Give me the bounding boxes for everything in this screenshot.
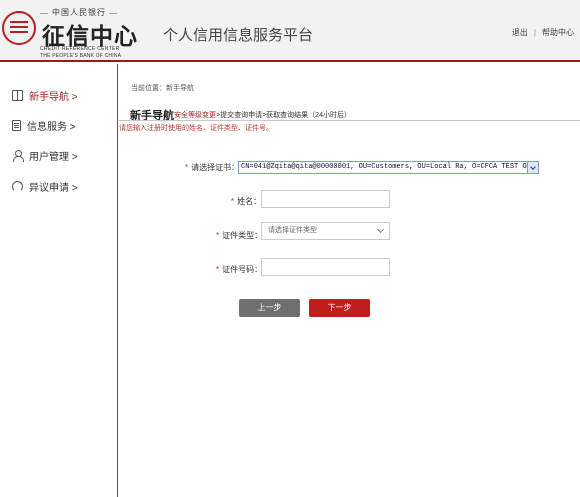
breadcrumb: 当前位置：新手导航 bbox=[131, 85, 194, 92]
id-number-label-text: 证件号码： bbox=[222, 265, 263, 274]
sidebar-item-label: 异议申请 > bbox=[29, 182, 78, 194]
required-mark: * bbox=[185, 163, 189, 172]
prev-button[interactable]: 上一步 bbox=[239, 299, 300, 317]
sidebar-item-beginner-guide[interactable]: 新手导航 > bbox=[12, 87, 78, 103]
id-number-label: * 证件号码： bbox=[216, 264, 262, 275]
chevron-down-icon bbox=[376, 225, 385, 234]
id-type-label: * 证件类型： bbox=[216, 230, 262, 241]
sidebar-item-user-management[interactable]: 用户管理 > bbox=[12, 147, 78, 163]
user-icon bbox=[12, 149, 24, 162]
sidebar-item-label: 用户管理 > bbox=[29, 151, 78, 163]
header-links: 退出 | 帮助中心 bbox=[512, 27, 574, 38]
book-icon bbox=[12, 89, 23, 101]
name-label: * 姓名： bbox=[231, 196, 261, 207]
logo-english-line-2: THE PEOPLE'S BANK OF CHINA bbox=[40, 53, 122, 59]
platform-title: 个人信用信息服务平台 bbox=[163, 27, 314, 44]
logout-link[interactable]: 退出 bbox=[512, 28, 528, 37]
header-separator: | bbox=[533, 28, 536, 37]
id-type-label-text: 证件类型： bbox=[222, 231, 263, 240]
step-progress: 安全等级变更>提交查询申请>获取查询结果（24小时后） bbox=[174, 110, 351, 120]
main-content: 当前位置：新手导航 新手导航 安全等级变更>提交查询申请>获取查询结果（24小时… bbox=[119, 64, 580, 497]
sidebar-item-info-service[interactable]: 信息服务 > bbox=[12, 117, 76, 133]
sidebar-item-label: 新手导航 > bbox=[29, 91, 78, 103]
certificate-select[interactable]: CN=041@Zqita@qita@00000001, OU=Customers… bbox=[238, 161, 539, 174]
id-number-input[interactable] bbox=[261, 258, 390, 276]
header: — 中国人民银行 — 征信中心 CREDIT REFERENCE CENTER … bbox=[0, 0, 580, 62]
chevron-down-icon[interactable] bbox=[527, 162, 538, 173]
id-type-select-placeholder: 请选择证件类型 bbox=[268, 227, 317, 234]
title-divider bbox=[119, 120, 580, 121]
required-mark: * bbox=[216, 231, 220, 240]
id-type-select[interactable]: 请选择证件类型 bbox=[261, 222, 390, 240]
name-label-text: 姓名： bbox=[237, 197, 262, 206]
credit-center-emblem-icon bbox=[2, 11, 36, 45]
step-security-level-change: 安全等级变更 bbox=[174, 112, 216, 119]
cert-label: * 请选择证书： bbox=[185, 162, 239, 173]
logo-english-line-1: CREDIT REFERENCE CENTER bbox=[40, 46, 120, 52]
document-icon bbox=[12, 119, 21, 131]
headset-icon bbox=[12, 180, 23, 192]
logo[interactable]: — 中国人民银行 — 征信中心 CREDIT REFERENCE CENTER … bbox=[2, 5, 150, 61]
step-remaining: >提交查询申请>获取查询结果（24小时后） bbox=[216, 112, 351, 119]
sidebar-item-dispute-application[interactable]: 异议申请 > bbox=[12, 178, 78, 194]
required-mark: * bbox=[231, 197, 235, 206]
help-center-link[interactable]: 帮助中心 bbox=[542, 28, 574, 37]
next-button[interactable]: 下一步 bbox=[309, 299, 370, 317]
certificate-select-value: CN=041@Zqita@qita@00000001, OU=Customers… bbox=[241, 163, 539, 171]
required-mark: * bbox=[216, 265, 220, 274]
sidebar-item-label: 信息服务 > bbox=[27, 121, 76, 133]
cert-label-text: 请选择证书： bbox=[191, 163, 240, 172]
name-input[interactable] bbox=[261, 190, 390, 208]
sidebar: 新手导航 > 信息服务 > 用户管理 > 异议申请 > bbox=[0, 64, 118, 497]
notice-text: 请您输入注册时使用的姓名、证件类型、证件号。 bbox=[119, 125, 273, 132]
